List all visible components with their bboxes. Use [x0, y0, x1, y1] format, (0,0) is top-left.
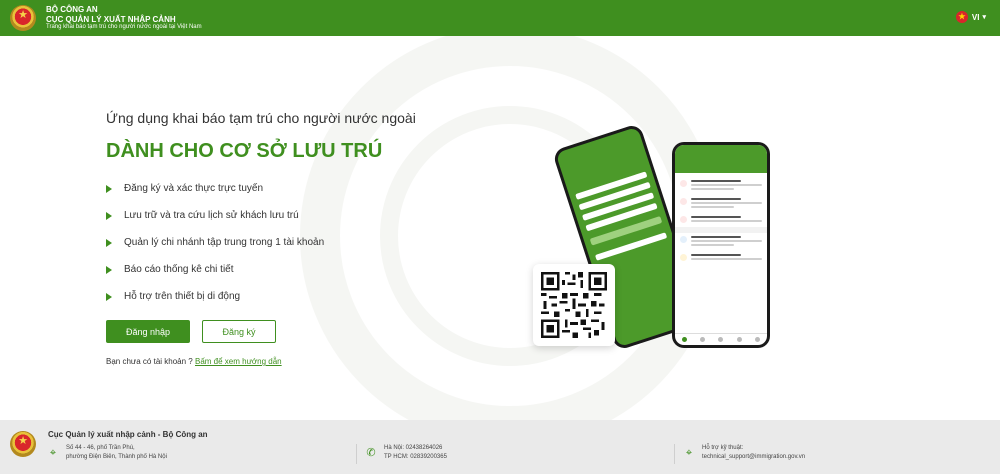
- feature-item: Hỗ trợ trên thiết bị di động: [106, 283, 466, 310]
- signup-hint: Bạn chưa có tài khoản ? Bấm để xem hướng…: [106, 357, 466, 366]
- feature-text: Quản lý chi nhánh tập trung trong 1 tài …: [124, 237, 325, 248]
- guide-link[interactable]: Bấm để xem hướng dẫn: [195, 357, 282, 366]
- location-icon: ⌖: [49, 446, 57, 459]
- register-button[interactable]: Đăng ký: [202, 320, 276, 343]
- mock-menu-item: [675, 213, 767, 227]
- header: ★ BỘ CÔNG AN CỤC QUẢN LÝ XUẤT NHẬP CẢNH …: [0, 0, 1000, 36]
- phone-mockup-dashboard: [672, 142, 770, 348]
- bullet-arrow-icon: [106, 184, 112, 193]
- mock-menu-item: [675, 177, 767, 195]
- qr-code-icon: [541, 272, 607, 338]
- mock-item-icon: [680, 254, 687, 261]
- mock-app-header: [675, 145, 767, 173]
- brand[interactable]: BỘ CÔNG AN CỤC QUẢN LÝ XUẤT NHẬP CẢNH Tr…: [46, 5, 202, 30]
- bullet-arrow-icon: [106, 211, 112, 220]
- footer-divider: [674, 444, 675, 464]
- feature-text: Đăng ký và xác thực trực tuyến: [124, 183, 263, 194]
- feature-text: Hỗ trợ trên thiết bị di động: [124, 291, 241, 302]
- footer-phones: ✆ Hà Nội: 02438264026 TP HCM: 0283920036…: [366, 444, 447, 461]
- hero-section: Ứng dụng khai báo tạm trú cho người nước…: [0, 36, 1000, 420]
- mock-bottom-nav: [675, 333, 767, 345]
- support-icon: ⌖: [685, 446, 693, 459]
- phone-screen-dashboard: [675, 145, 767, 345]
- feature-list: Đăng ký và xác thực trực tuyến Lưu trữ v…: [106, 175, 466, 310]
- bullet-arrow-icon: [106, 238, 112, 247]
- org-name-ministry: BỘ CÔNG AN: [46, 5, 98, 15]
- feature-item: Báo cáo thống kê chi tiết: [106, 256, 466, 283]
- footer-support: ⌖ Hỗ trợ kỹ thuật: technical_support@imm…: [684, 444, 805, 461]
- address-line-2: phường Điện Biên, Thành phố Hà Nội: [66, 453, 167, 460]
- feature-item: Đăng ký và xác thực trực tuyến: [106, 175, 466, 202]
- bullet-arrow-icon: [106, 292, 112, 301]
- feature-item: Quản lý chi nhánh tập trung trong 1 tài …: [106, 229, 466, 256]
- vietnam-flag-icon: ★: [955, 11, 968, 23]
- no-account-text: Bạn chưa có tài khoản ?: [106, 357, 193, 366]
- footer-divider: [356, 444, 357, 464]
- emblem-icon[interactable]: ★: [10, 5, 36, 31]
- footer-address: ⌖ Số 44 - 46, phố Trần Phú, phường Điện …: [48, 444, 167, 461]
- phone-hcm: TP HCM: 02839200365: [384, 453, 447, 460]
- mock-item-icon: [680, 236, 687, 243]
- auth-buttons: Đăng nhập Đăng ký: [106, 320, 466, 343]
- qr-code-card: [533, 264, 615, 346]
- phone-icon: ✆: [366, 446, 376, 459]
- hero-subtitle: Ứng dụng khai báo tạm trú cho người nước…: [106, 110, 416, 126]
- mock-item-icon: [680, 216, 687, 223]
- site-tagline: Trang khai báo tạm trú cho người nước ng…: [46, 23, 202, 30]
- feature-text: Báo cáo thống kê chi tiết: [124, 264, 234, 275]
- language-code: VI: [971, 12, 980, 22]
- bullet-arrow-icon: [106, 265, 112, 274]
- login-button[interactable]: Đăng nhập: [106, 320, 190, 343]
- mock-menu-item: [675, 251, 767, 265]
- address-line-1: Số 44 - 46, phố Trần Phú,: [66, 445, 135, 451]
- footer: ★ Cục Quản lý xuất nhập cảnh - Bộ Công a…: [0, 420, 1000, 474]
- feature-item: Lưu trữ và tra cứu lịch sử khách lưu trú: [106, 202, 466, 229]
- support-label: Hỗ trợ kỹ thuật:: [702, 445, 744, 451]
- org-name-department: CỤC QUẢN LÝ XUẤT NHẬP CẢNH: [46, 14, 176, 24]
- chevron-down-icon: ▾: [982, 14, 986, 21]
- phone-hanoi: Hà Nội: 02438264026: [384, 445, 443, 451]
- mock-menu-item: [675, 233, 767, 251]
- mock-item-icon: [680, 198, 687, 205]
- hero-intro: Ứng dụng khai báo tạm trú cho người nước…: [106, 110, 466, 366]
- emblem-icon: ★: [10, 431, 36, 457]
- language-selector[interactable]: ★ VI ▾: [955, 11, 986, 23]
- feature-text: Lưu trữ và tra cứu lịch sử khách lưu trú: [124, 210, 299, 221]
- mock-menu-item: [675, 195, 767, 213]
- hero-headline: DÀNH CHO CƠ SỞ LƯU TRÚ: [106, 140, 383, 162]
- mock-item-icon: [680, 180, 687, 187]
- support-email[interactable]: technical_support@immigration.gov.vn: [702, 453, 805, 462]
- footer-title: Cục Quản lý xuất nhập cảnh - Bộ Công an: [48, 430, 208, 439]
